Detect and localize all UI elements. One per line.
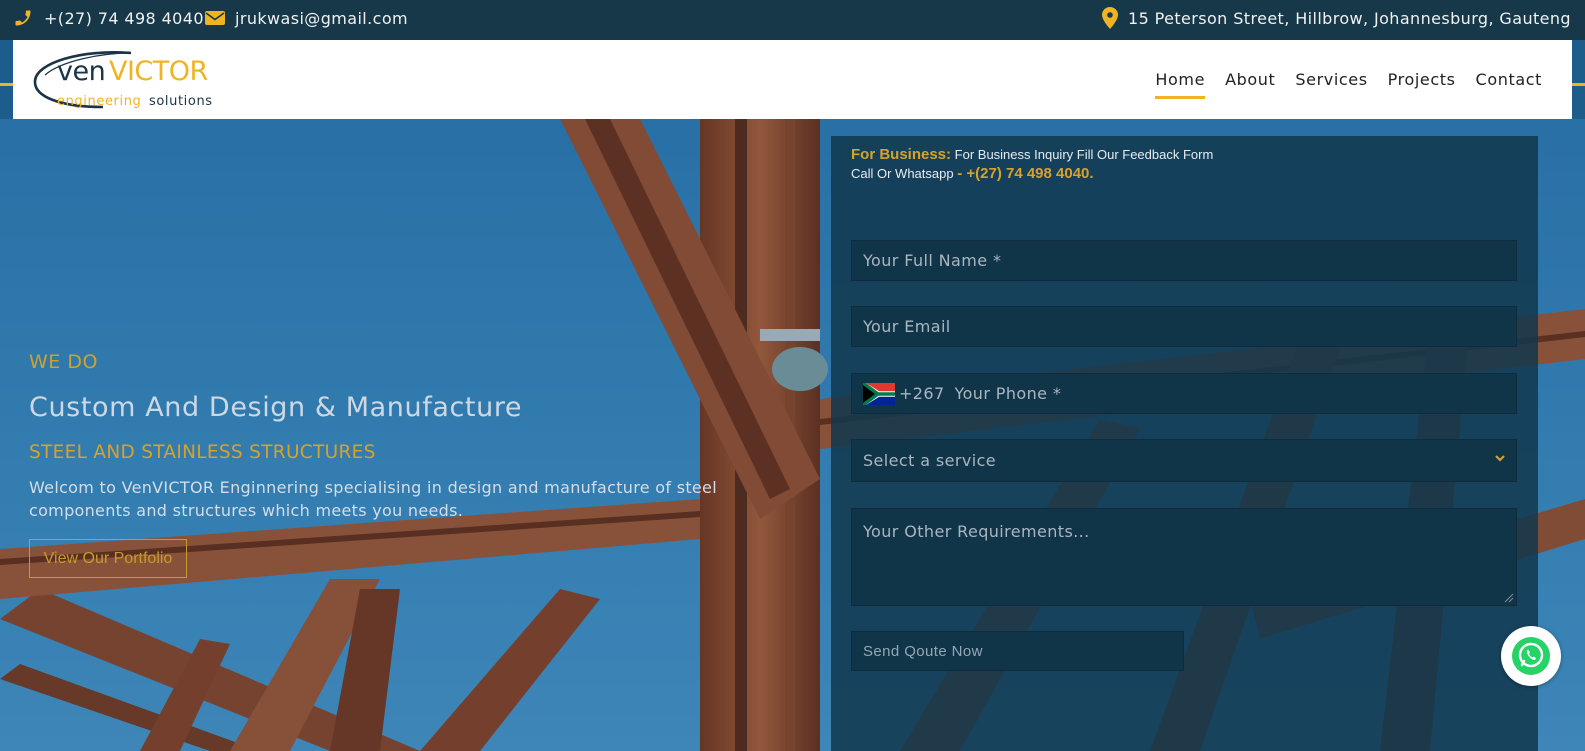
topbar-phone[interactable]: +(27) 74 498 4040 bbox=[12, 0, 204, 36]
email-placeholder: Your Email bbox=[863, 317, 951, 336]
full-name-placeholder: Your Full Name * bbox=[863, 251, 1002, 270]
phone-icon bbox=[15, 10, 31, 26]
hero-headline: Custom And Design & Manufacture bbox=[29, 392, 523, 423]
requirements-textarea[interactable]: Your Other Requirements... bbox=[851, 508, 1517, 606]
phone-input[interactable]: +267 Your Phone * bbox=[851, 373, 1517, 414]
business-inquiry-line: For Business: For Business Inquiry Fill … bbox=[851, 146, 1213, 163]
quote-form-panel: For Business: For Business Inquiry Fill … bbox=[831, 136, 1538, 751]
call-number[interactable]: - +(27) 74 498 4040. bbox=[957, 165, 1093, 182]
nav-about[interactable]: About bbox=[1215, 70, 1285, 89]
nav-contact[interactable]: Contact bbox=[1466, 70, 1552, 89]
whatsapp-icon bbox=[1512, 637, 1550, 675]
logo-victor-text: VICTOR bbox=[109, 56, 208, 87]
resize-handle-icon[interactable] bbox=[1504, 593, 1514, 603]
topbar-address: 15 Peterson Street, Hillbrow, Johannesbu… bbox=[1102, 0, 1571, 36]
phone-placeholder: Your Phone * bbox=[954, 384, 1062, 403]
envelope-icon bbox=[205, 11, 225, 25]
view-portfolio-button[interactable]: View Our Portfolio bbox=[29, 539, 187, 578]
map-marker-icon bbox=[1102, 7, 1118, 29]
call-line: Call Or Whatsapp - +(27) 74 498 4040. bbox=[851, 165, 1094, 182]
hero-section: WE DO Custom And Design & Manufacture ST… bbox=[0, 119, 1585, 751]
hero-eyebrow: WE DO bbox=[29, 351, 98, 373]
full-name-input[interactable]: Your Full Name * bbox=[851, 240, 1517, 281]
main-nav: Home About Services Projects Contact bbox=[1145, 40, 1552, 119]
whatsapp-button[interactable] bbox=[1501, 626, 1561, 686]
logo-solutions-text: solutions bbox=[149, 94, 213, 109]
service-select[interactable]: Select a service bbox=[851, 439, 1517, 482]
logo-ven-text: ven bbox=[57, 56, 106, 87]
logo-engineering-text: engineering bbox=[57, 94, 142, 109]
topbar-email[interactable]: jrukwasi@gmail.com bbox=[205, 0, 408, 36]
business-label: For Business: bbox=[851, 146, 952, 163]
site-logo[interactable]: ven VICTOR engineering solutions bbox=[31, 49, 231, 111]
nav-projects[interactable]: Projects bbox=[1378, 70, 1466, 89]
business-text: For Business Inquiry Fill Our Feedback F… bbox=[954, 147, 1214, 162]
call-text: Call Or Whatsapp bbox=[851, 166, 954, 181]
hero-description: Welcom to VenVICTOR Enginnering speciali… bbox=[29, 478, 717, 520]
chevron-down-icon bbox=[1495, 455, 1505, 462]
topbar-email-text: jrukwasi@gmail.com bbox=[235, 8, 408, 28]
send-quote-button[interactable]: Send Qoute Now bbox=[851, 631, 1184, 671]
service-placeholder: Select a service bbox=[863, 451, 997, 470]
requirements-placeholder: Your Other Requirements... bbox=[863, 522, 1090, 541]
nav-home[interactable]: Home bbox=[1145, 70, 1215, 99]
dial-code: +267 bbox=[899, 384, 945, 403]
topbar-phone-text: +(27) 74 498 4040 bbox=[44, 8, 204, 28]
top-bar: +(27) 74 498 4040 jrukwasi@gmail.com 15 … bbox=[0, 0, 1585, 40]
nav-services[interactable]: Services bbox=[1285, 70, 1377, 89]
email-input[interactable]: Your Email bbox=[851, 306, 1517, 347]
hero-subhead: STEEL AND STAINLESS STRUCTURES bbox=[29, 442, 376, 463]
topbar-address-text: 15 Peterson Street, Hillbrow, Johannesbu… bbox=[1128, 8, 1571, 28]
site-header: ven VICTOR engineering solutions Home Ab… bbox=[13, 40, 1572, 119]
south-africa-flag-icon[interactable] bbox=[863, 382, 895, 405]
